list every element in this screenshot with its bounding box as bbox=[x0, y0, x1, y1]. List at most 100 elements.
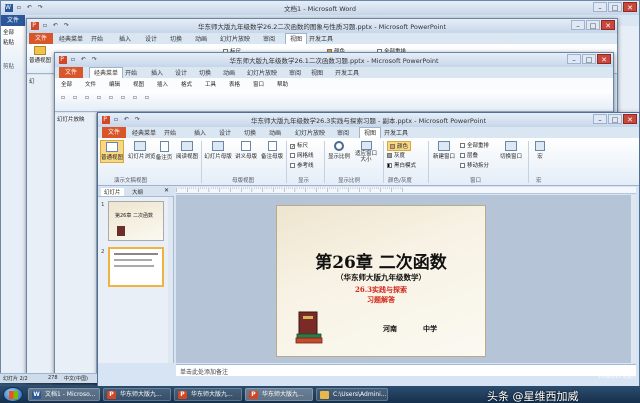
ppt2-tab-file[interactable]: 文件 bbox=[59, 67, 84, 78]
ppt1-tab-design[interactable]: 设计 bbox=[145, 34, 157, 43]
close-icon[interactable]: ✕ bbox=[597, 54, 611, 64]
ppt2-tab-transitions[interactable]: 切换 bbox=[199, 68, 211, 77]
ppt3-macro-button[interactable]: 宏 bbox=[532, 141, 548, 160]
ppt3-ruler-check[interactable]: ✓ 标尺 bbox=[290, 141, 308, 150]
ppt3-handout-master-button[interactable]: 讲义母版 bbox=[234, 141, 258, 160]
word-label-all[interactable]: 全部 bbox=[3, 28, 14, 36]
ppt2-tab-home[interactable]: 开始 bbox=[125, 68, 137, 77]
maximize-icon[interactable]: □ bbox=[582, 54, 596, 64]
word-tab-file[interactable]: 文件 bbox=[1, 15, 26, 26]
ppt3-panel-scrollbar[interactable] bbox=[168, 197, 173, 363]
ppt3-tab-view[interactable]: 视图 bbox=[359, 127, 382, 138]
ppt3-tab-animations[interactable]: 动画 bbox=[269, 128, 281, 137]
ppt3-current-slide[interactable]: 第26章 二次函数 （华东师大版九年级数学） 26.3实践与探索 习题解答 河南… bbox=[276, 205, 486, 357]
ppt2-menu-window[interactable]: 窗口 bbox=[253, 80, 264, 88]
ppt2-menu-table[interactable]: 表格 bbox=[229, 80, 240, 88]
ppt2-menu-file[interactable]: 文件 bbox=[85, 80, 96, 88]
ppt3-notes-master-button[interactable]: 备注母版 bbox=[260, 141, 284, 160]
ppt3-switch-window-button[interactable]: 切换窗口 bbox=[498, 141, 524, 160]
ppt2-tab-classic[interactable]: 经典菜单 bbox=[89, 67, 124, 78]
taskbar-item-word[interactable]: W 文档1 - Microso... bbox=[28, 388, 100, 401]
ppt2-tab-design[interactable]: 设计 bbox=[175, 68, 187, 77]
ppt1-tab-insert[interactable]: 插入 bbox=[119, 34, 131, 43]
ppt3-cascade[interactable]: 层叠 bbox=[460, 151, 478, 159]
slide-thumbnail-1[interactable]: 第26章 二次函数 bbox=[108, 201, 164, 241]
ppt2-titlebar[interactable]: P ▫ ↶ ↷ 华东师大版九年级数学26.1二次函数习题.pptx - Micr… bbox=[55, 53, 613, 67]
ppt3-reading-view-button[interactable]: 阅读视图 bbox=[176, 141, 198, 160]
ppt3-panel-tab-slides[interactable]: 幻灯片 bbox=[101, 188, 124, 196]
ppt3-fit-window-button[interactable]: 适应窗口大小 bbox=[353, 141, 379, 163]
ppt3-guides-check[interactable]: 参考线 bbox=[290, 161, 314, 169]
ppt1-tab-developer[interactable]: 开发工具 bbox=[309, 34, 333, 43]
taskbar-item-ppt-3[interactable]: P 华东师大版九... bbox=[245, 388, 313, 401]
ppt2-tab-developer[interactable]: 开发工具 bbox=[335, 68, 359, 77]
ppt3-arrange-all[interactable]: 全部重排 bbox=[460, 141, 489, 149]
minimize-icon[interactable]: – bbox=[593, 2, 607, 12]
ppt1-tab-file[interactable]: 文件 bbox=[29, 33, 54, 44]
ppt1-tab-review[interactable]: 审阅 bbox=[263, 34, 275, 43]
maximize-icon[interactable]: □ bbox=[586, 20, 600, 30]
ppt3-zoom-button[interactable]: 显示比例 bbox=[327, 141, 351, 160]
ppt-window-26-3-active[interactable]: P ▫ ↶ ↷ 华东师大版九年级数学26.3实践与探索习题 - 副本.pptx … bbox=[97, 112, 640, 387]
ppt3-vertical-scrollbar[interactable] bbox=[630, 195, 636, 363]
minimize-icon[interactable]: – bbox=[571, 20, 585, 30]
ppt2-menu-help[interactable]: 帮助 bbox=[277, 80, 288, 88]
word-titlebar[interactable]: W ▫ ↶ ↷ 文档1 - Microsoft Word – □ ✕ bbox=[1, 1, 639, 15]
minimize-icon[interactable]: – bbox=[567, 54, 581, 64]
ppt3-tab-review[interactable]: 审阅 bbox=[337, 128, 349, 137]
ppt2-tab-view[interactable]: 视图 bbox=[311, 68, 323, 77]
ppt2-menu-view[interactable]: 视图 bbox=[133, 80, 144, 88]
ppt3-new-window-button[interactable]: 新建窗口 bbox=[431, 141, 457, 160]
ppt2-panel-tab[interactable]: 幻灯片放映 bbox=[57, 115, 85, 123]
ppt1-panel-tab[interactable]: 幻 bbox=[29, 77, 35, 85]
ppt1-tab-home[interactable]: 开始 bbox=[91, 34, 103, 43]
ppt2-menu-tools[interactable]: 工具 bbox=[205, 80, 216, 88]
minimize-icon[interactable]: – bbox=[593, 114, 607, 124]
maximize-icon[interactable]: □ bbox=[608, 114, 622, 124]
ppt3-color-option[interactable]: 颜色 bbox=[387, 141, 412, 151]
ppt3-tab-classic[interactable]: 经典菜单 bbox=[132, 128, 156, 137]
ppt3-blackwhite-option[interactable]: 黑白模式 bbox=[387, 161, 416, 169]
ppt3-tab-slideshow[interactable]: 幻灯片放映 bbox=[295, 128, 325, 137]
ppt3-panel-tab-outline[interactable]: 大纲 bbox=[132, 188, 143, 196]
ppt1-normal-view-button[interactable]: 普通视图 bbox=[29, 46, 51, 64]
start-button[interactable] bbox=[3, 387, 23, 402]
ppt3-tab-transitions[interactable]: 切换 bbox=[244, 128, 256, 137]
close-icon[interactable]: ✕ bbox=[623, 2, 637, 12]
ppt2-tab-review[interactable]: 审阅 bbox=[289, 68, 301, 77]
ppt1-tab-transitions[interactable]: 切换 bbox=[170, 34, 182, 43]
ppt3-grayscale-option[interactable]: 灰度 bbox=[387, 151, 405, 159]
ppt1-tab-slideshow[interactable]: 幻灯片放映 bbox=[220, 34, 250, 43]
ppt3-notes-view-button[interactable]: 备注页 bbox=[154, 141, 174, 161]
ppt3-titlebar[interactable]: P ▫ ↶ ↷ 华东师大版九年级数学26.3实践与探索习题 - 副本.pptx … bbox=[98, 113, 639, 127]
ppt3-tab-design[interactable]: 设计 bbox=[219, 128, 231, 137]
ppt3-move-split[interactable]: 移动拆分 bbox=[460, 161, 489, 169]
ppt3-normal-view-button[interactable]: 普通视图 bbox=[100, 140, 124, 163]
ppt3-notes-pane[interactable]: 单击此处添加备注 bbox=[176, 364, 636, 376]
taskbar-item-explorer[interactable]: C:\Users\Admini... bbox=[316, 388, 388, 401]
ppt3-slide-master-button[interactable]: 幻灯片母版 bbox=[204, 141, 232, 160]
ppt2-tab-animations[interactable]: 动画 bbox=[223, 68, 235, 77]
maximize-icon[interactable]: □ bbox=[608, 2, 622, 12]
close-icon[interactable]: ✕ bbox=[164, 187, 169, 194]
ppt1-tab-classic[interactable]: 经典菜单 bbox=[59, 34, 83, 43]
ppt3-tab-home[interactable]: 开始 bbox=[164, 128, 176, 137]
close-icon[interactable]: ✕ bbox=[623, 114, 637, 124]
taskbar-item-ppt-2[interactable]: P 华东师大版九... bbox=[174, 388, 242, 401]
ppt3-sorter-view-button[interactable]: 幻灯片浏览 bbox=[128, 141, 156, 160]
ppt3-tab-developer[interactable]: 开发工具 bbox=[384, 128, 408, 137]
taskbar-item-ppt-1[interactable]: P 华东师大版九... bbox=[103, 388, 171, 401]
ppt2-menu-edit[interactable]: 编辑 bbox=[109, 80, 120, 88]
ppt2-menu-all[interactable]: 全部 bbox=[61, 80, 72, 88]
toolbar-icons[interactable]: ▫ ▫ ▫ ▫ ▫ ▫ ▫ ▫ bbox=[61, 94, 152, 101]
ppt1-tab-animations[interactable]: 动画 bbox=[195, 34, 207, 43]
word-paste[interactable]: 粘贴 bbox=[3, 38, 14, 46]
ppt2-tab-insert[interactable]: 插入 bbox=[151, 68, 163, 77]
ppt3-tab-insert[interactable]: 插入 bbox=[194, 128, 206, 137]
slide-thumbnail-2[interactable] bbox=[108, 247, 164, 287]
ppt2-tab-slideshow[interactable]: 幻灯片放映 bbox=[247, 68, 277, 77]
close-icon[interactable]: ✕ bbox=[601, 20, 615, 30]
ppt3-gridlines-check[interactable]: 网格线 bbox=[290, 151, 314, 159]
ppt1-titlebar[interactable]: P ▫ ↶ ↷ 华东师大版九年级数学26.2二次函数的图象与性质习题.pptx … bbox=[27, 19, 617, 33]
ppt2-menu-insert[interactable]: 插入 bbox=[157, 80, 168, 88]
